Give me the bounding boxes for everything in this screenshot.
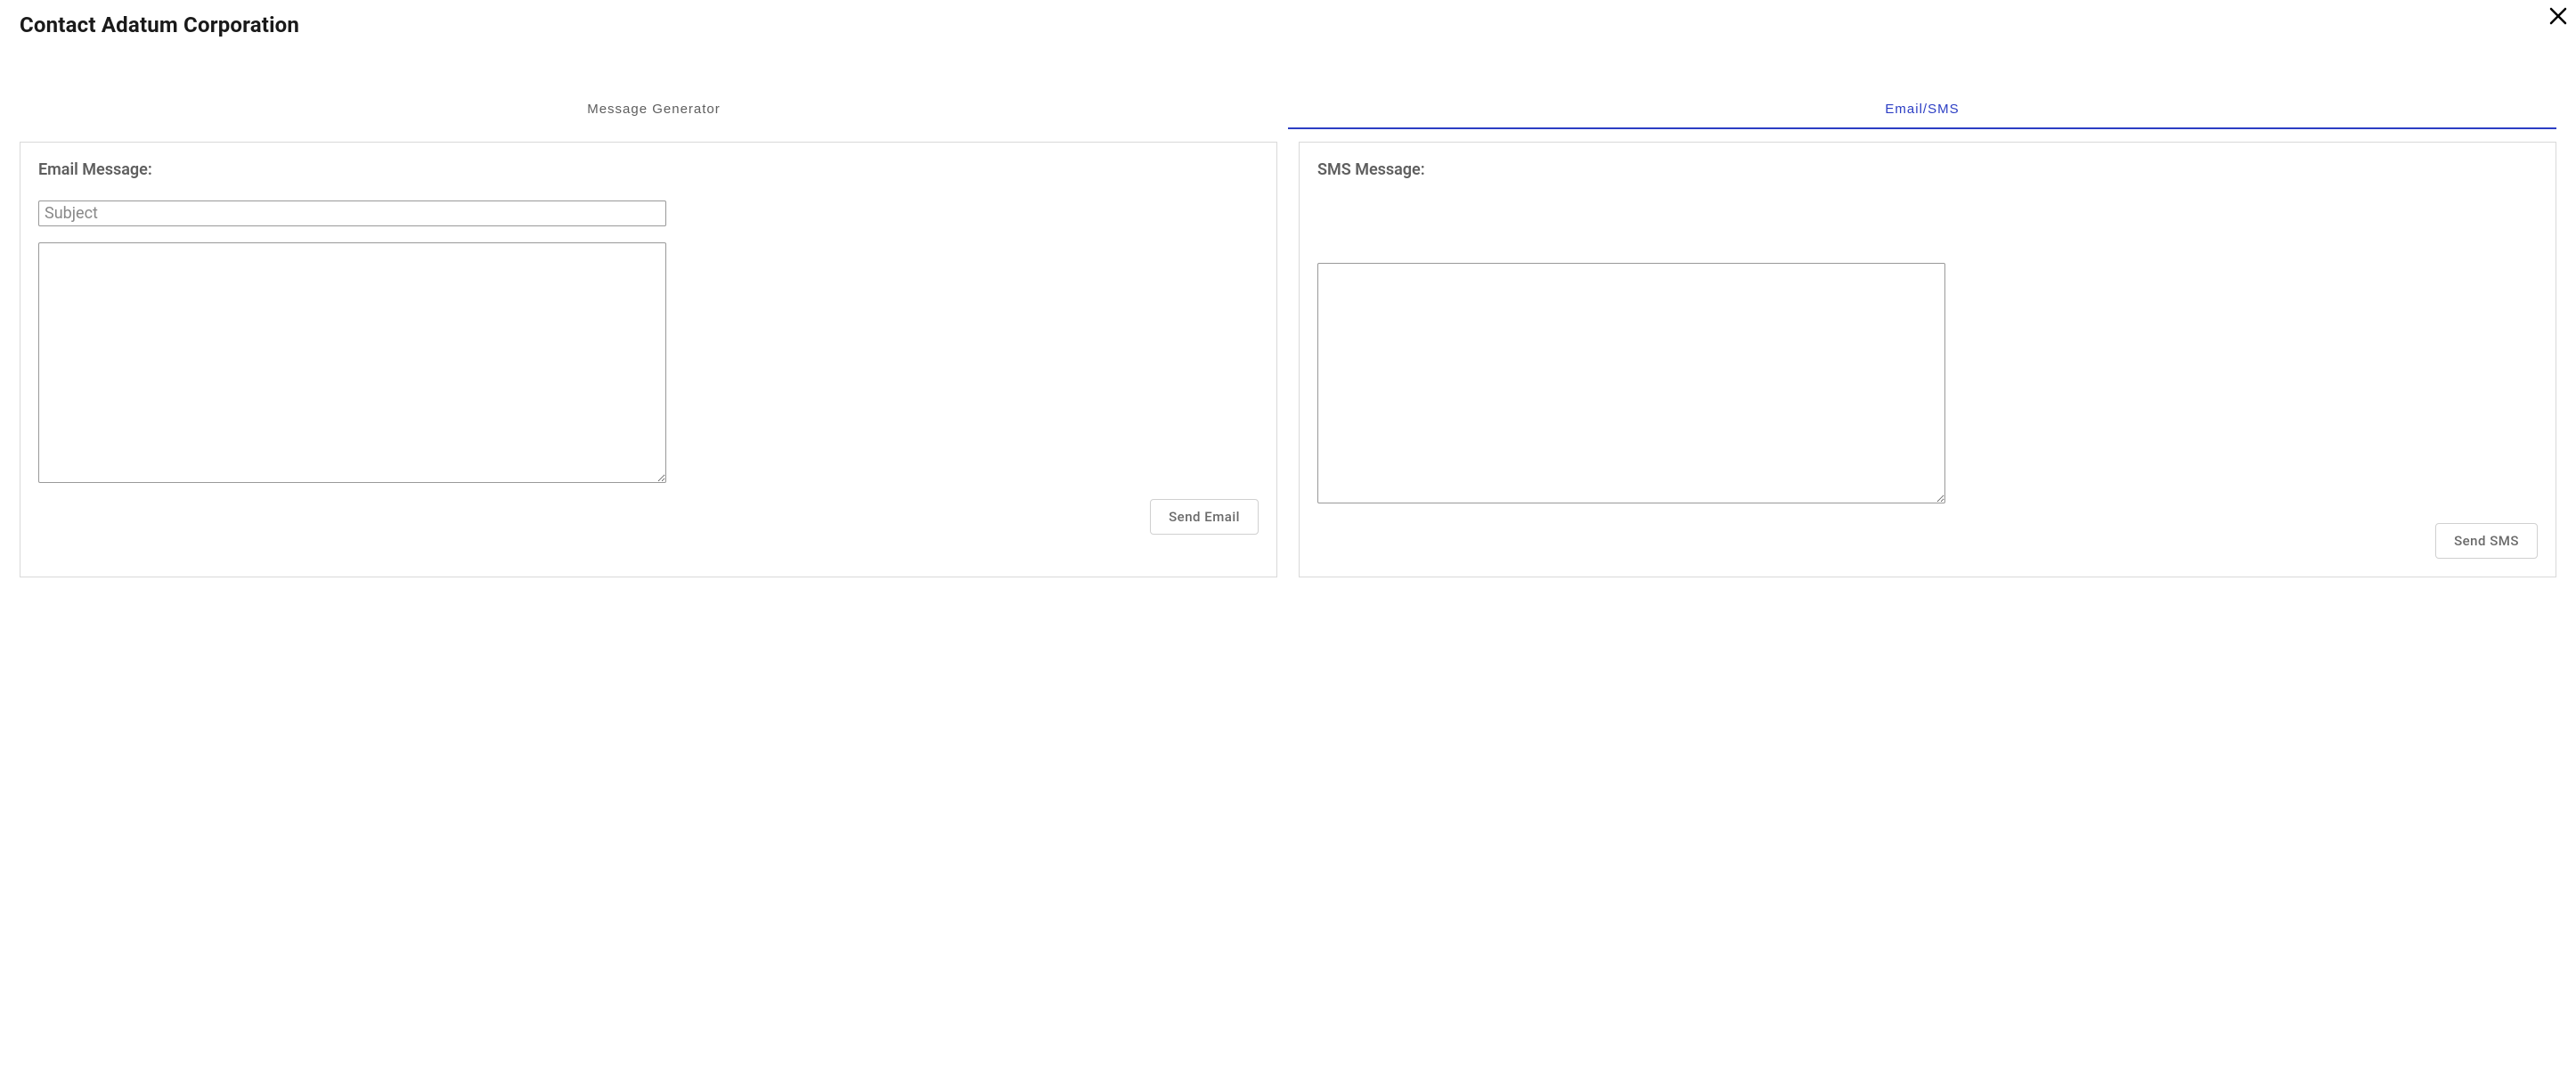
close-icon bbox=[2547, 5, 2569, 29]
close-button[interactable] bbox=[2547, 5, 2569, 29]
send-sms-button[interactable]: Send SMS bbox=[2435, 523, 2538, 559]
sms-message-textarea[interactable] bbox=[1317, 263, 1945, 503]
email-panel-title: Email Message: bbox=[38, 160, 1259, 179]
email-subject-input[interactable] bbox=[38, 200, 666, 226]
email-message-textarea[interactable] bbox=[38, 242, 666, 483]
sms-button-row: Send SMS bbox=[1317, 523, 2538, 559]
send-email-button[interactable]: Send Email bbox=[1150, 499, 1259, 535]
email-button-row: Send Email bbox=[38, 499, 1259, 535]
content-area: Email Message: Send Email SMS Message: S… bbox=[0, 129, 2576, 597]
email-panel: Email Message: Send Email bbox=[20, 142, 1277, 577]
tabs-container: Message Generator Email/SMS bbox=[0, 91, 2576, 129]
tab-message-generator[interactable]: Message Generator bbox=[20, 91, 1288, 129]
tab-email-sms[interactable]: Email/SMS bbox=[1288, 91, 2556, 129]
sms-panel: SMS Message: Send SMS bbox=[1299, 142, 2556, 577]
sms-panel-title: SMS Message: bbox=[1317, 160, 2538, 179]
page-title: Contact Adatum Corporation bbox=[20, 12, 299, 37]
